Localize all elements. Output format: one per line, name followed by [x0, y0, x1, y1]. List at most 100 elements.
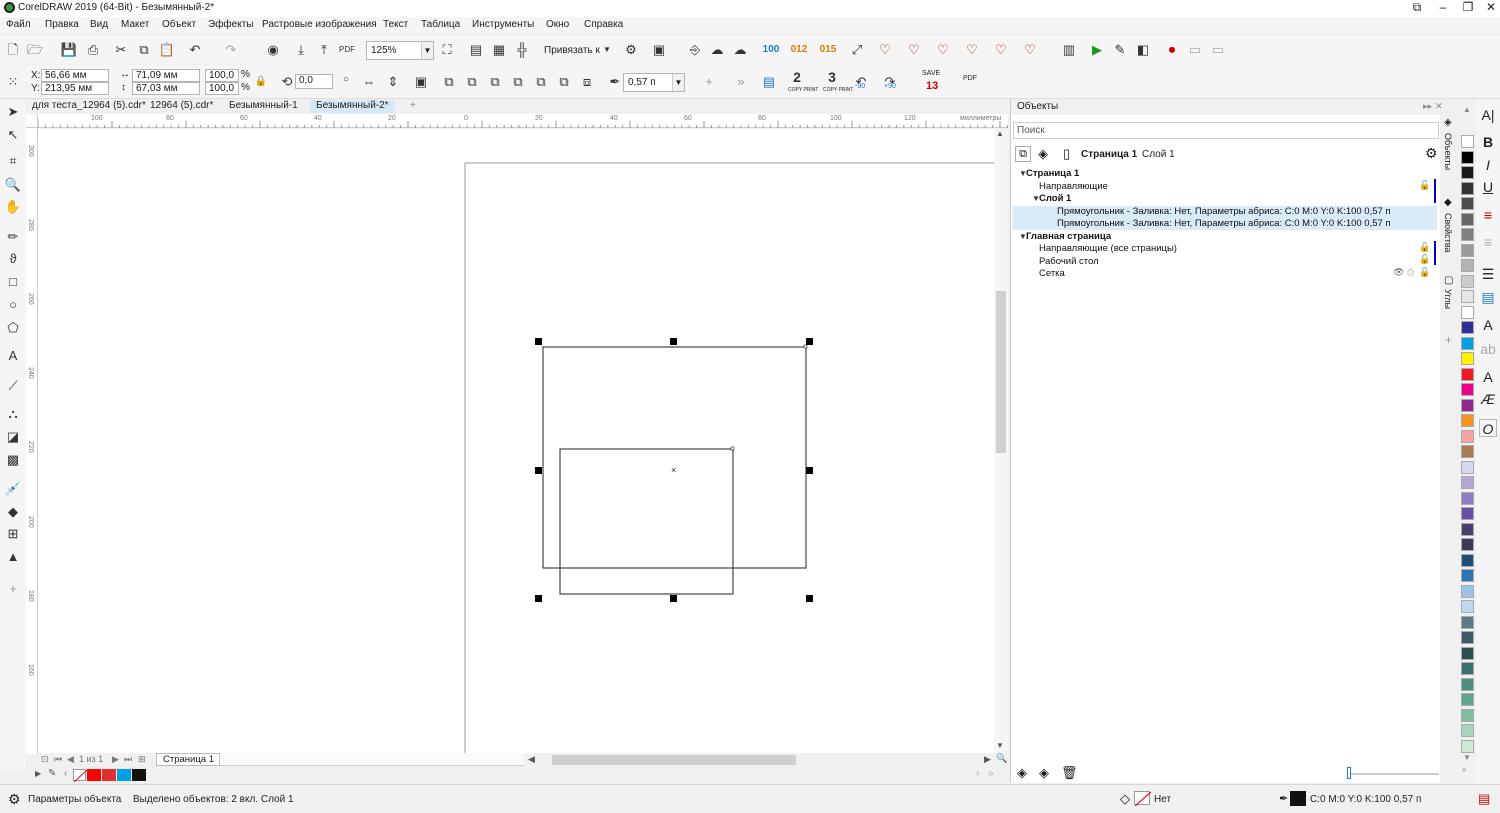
color-swatch[interactable] — [1461, 181, 1474, 195]
previous-page-icon[interactable]: ◀ — [67, 754, 74, 765]
color-swatch[interactable] — [1461, 367, 1474, 381]
simplify-icon[interactable]: ⧉ — [509, 73, 527, 91]
color-management-icon[interactable]: ▤ — [1478, 791, 1490, 807]
glyph-icon[interactable]: Æ — [1479, 390, 1497, 408]
record-macro-icon[interactable]: ⏺ — [1163, 41, 1181, 59]
color-swatch[interactable] — [1461, 383, 1474, 396]
parallel-dimension-icon[interactable]: ⟋ — [4, 377, 22, 395]
maximize-button[interactable]: ❐ — [1456, 0, 1480, 16]
macro-012-icon[interactable]: 012 — [790, 41, 808, 59]
object-origin-icon[interactable]: ⁙ — [4, 73, 22, 91]
tab-document-2[interactable]: 12964 (5).cdr* — [144, 100, 219, 113]
undo-icon[interactable]: ↶ — [186, 41, 204, 59]
more-icon[interactable]: » — [732, 73, 750, 91]
color-swatch[interactable] — [1461, 538, 1474, 551]
lock-ratio-icon[interactable]: 🔒 — [252, 73, 270, 91]
menu-file[interactable]: Файл — [6, 19, 31, 30]
palette-more-icon[interactable]: » — [988, 768, 994, 779]
color-swatch[interactable] — [1461, 677, 1474, 691]
print-icon[interactable]: ⎙ — [1407, 267, 1414, 278]
color-swatch[interactable] — [1461, 739, 1474, 753]
palette-scroll-right-icon[interactable]: › — [976, 768, 979, 779]
scroll-right-icon[interactable]: ▶ — [984, 754, 991, 765]
selection-handle[interactable] — [806, 595, 813, 602]
outline-color-swatch[interactable] — [1290, 791, 1306, 806]
rectangle-large[interactable] — [542, 346, 807, 569]
mesh-fill-icon[interactable]: ⊞ — [4, 525, 22, 543]
palette-down-icon[interactable]: ▼ — [1463, 753, 1471, 762]
pdf-macro-icon[interactable]: PDF — [963, 75, 977, 82]
ellipse-tool-icon[interactable]: ○ — [4, 296, 22, 314]
show-rulers-icon[interactable]: ▤ — [467, 41, 485, 59]
selection-handle[interactable] — [535, 595, 542, 602]
zoom-slider-thumb[interactable] — [1347, 767, 1351, 779]
node-macro-6-icon[interactable]: ♡ — [1021, 41, 1039, 59]
lock-icon[interactable]: 🔓 — [1419, 254, 1430, 265]
color-swatch[interactable] — [1461, 336, 1474, 350]
document-color-swatch[interactable] — [102, 769, 116, 781]
color-swatch[interactable] — [1461, 352, 1474, 365]
width-field[interactable]: 71,09 мм — [132, 69, 200, 82]
interactive-fill-icon[interactable]: ◆ — [4, 503, 22, 521]
node-macro-4-icon[interactable]: ♡ — [963, 41, 981, 59]
color-swatch[interactable] — [1461, 305, 1474, 319]
minimize-button[interactable]: – — [1431, 0, 1455, 16]
page-options-icon[interactable]: ⊡ — [41, 754, 49, 765]
open-folder-icon[interactable]: 🗁 — [26, 41, 44, 59]
menu-tools[interactable]: Инструменты — [472, 19, 534, 30]
document-color-swatch[interactable] — [117, 769, 131, 781]
macro-015-icon[interactable]: 015 — [819, 41, 837, 59]
table-macro-icon[interactable]: ▥ — [1060, 41, 1078, 59]
object-tree-row[interactable]: Направляющие — [1013, 181, 1437, 193]
color-swatch[interactable] — [1461, 398, 1474, 412]
color-swatch[interactable] — [1461, 708, 1474, 722]
horizontal-ruler[interactable]: 100 80 60 40 20 0 20 40 60 80 100 120 ми… — [38, 114, 1008, 128]
tab-objects[interactable]: Объекты — [1443, 133, 1453, 170]
menu-effects[interactable]: Эффекты — [208, 19, 253, 30]
weld-icon[interactable]: ⧉ — [440, 73, 458, 91]
node-macro-3-icon[interactable]: ♡ — [934, 41, 952, 59]
lock-icon[interactable]: 🔓 — [1419, 180, 1430, 191]
opentype-icon[interactable]: O — [1479, 419, 1497, 437]
object-tree-row[interactable]: ▼ Главная страница — [1013, 231, 1437, 243]
tab-document-1[interactable]: для теста_12964 (5).cdr* — [26, 100, 152, 113]
save-macro-label[interactable]: SAVE — [922, 70, 940, 77]
color-swatch[interactable] — [1461, 662, 1474, 675]
docker-close-icon[interactable]: ✕ — [1435, 101, 1443, 112]
rectangle-small[interactable] — [559, 448, 734, 595]
object-tree-row[interactable]: Направляющие (все страницы) — [1013, 243, 1437, 255]
resize-macro-icon[interactable]: ⤢ — [848, 41, 866, 59]
document-color-swatch[interactable] — [87, 769, 101, 781]
artistic-media-icon[interactable]: ϑ — [4, 250, 22, 268]
docker-expand-icon[interactable]: ▸▸ — [1423, 101, 1432, 112]
fill-icon[interactable]: ◇ — [1120, 791, 1130, 807]
bold-icon[interactable]: B — [1479, 133, 1497, 151]
delete-icon[interactable]: 🗑 — [1061, 765, 1078, 781]
horizontal-scroll-thumb[interactable] — [552, 755, 796, 765]
cut-icon[interactable]: ✂ — [112, 41, 130, 59]
print-icon[interactable]: ⎙ — [84, 41, 102, 59]
eyedropper-icon[interactable]: 💉 — [4, 480, 22, 498]
corel-connect-icon[interactable]: ⎆ — [686, 41, 704, 59]
object-properties-label[interactable]: Параметры объекта — [28, 794, 121, 805]
back-minus-front-icon[interactable]: ⧉ — [555, 73, 573, 91]
next-page-icon[interactable]: ▶ — [112, 754, 119, 765]
menu-view[interactable]: Вид — [90, 19, 108, 30]
underline-icon[interactable]: U — [1479, 178, 1497, 196]
color-swatch[interactable] — [1461, 476, 1474, 489]
node-macro-2-icon[interactable]: ♡ — [905, 41, 923, 59]
scale-height-field[interactable]: 100,0 — [205, 82, 239, 95]
copy-icon[interactable]: ⧉ — [135, 41, 153, 59]
redo-icon[interactable]: ↷ — [222, 41, 240, 59]
selection-handle[interactable] — [670, 595, 677, 602]
center-mark-icon[interactable]: × — [671, 465, 676, 475]
italic-icon[interactable]: I — [1479, 156, 1497, 174]
docker-settings-gear-icon[interactable]: ⚙ — [1425, 145, 1438, 162]
bullet-list-icon[interactable]: ☰ — [1479, 265, 1497, 283]
selection-handle[interactable] — [806, 467, 813, 474]
object-tree-row[interactable]: Прямоугольник - Заливка: Нет, Параметры … — [1013, 205, 1437, 218]
add-icon[interactable]: + — [700, 73, 718, 91]
color-swatch[interactable] — [1461, 243, 1474, 257]
create-boundary-icon[interactable]: ⧈ — [578, 73, 596, 91]
menu-layout[interactable]: Макет — [121, 19, 149, 30]
